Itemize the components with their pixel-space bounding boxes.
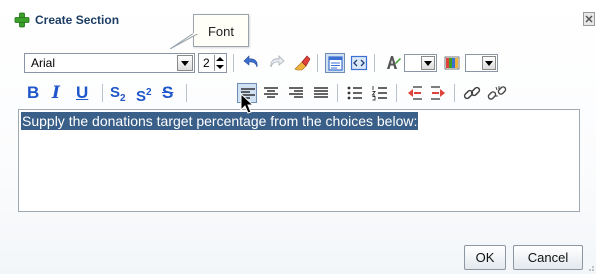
bold-button[interactable]: B (27, 81, 39, 105)
font-size-value: 2 (203, 56, 210, 70)
spinner-arrows-icon[interactable] (214, 55, 225, 71)
text-color-icon[interactable] (382, 53, 402, 73)
subscript-button[interactable]: S2 (110, 81, 126, 105)
align-right-icon[interactable] (286, 83, 306, 103)
source-mode-icon[interactable] (349, 53, 369, 73)
toolbar-separator (102, 84, 103, 102)
font-family-value: Arial (31, 56, 56, 70)
mouse-cursor-icon (240, 93, 255, 114)
align-center-icon[interactable] (261, 83, 281, 103)
dialog-title: Create Section (35, 13, 120, 27)
toolbar-separator (396, 84, 397, 102)
dialog-title-bar: Create Section (0, 0, 596, 38)
toolbar-separator (317, 54, 318, 72)
clear-formatting-icon[interactable] (292, 53, 312, 73)
chevron-down-icon[interactable] (421, 56, 435, 70)
resize-grip-icon[interactable] (585, 262, 595, 272)
tooltip-pointer (170, 33, 200, 49)
create-section-dialog: Create Section Font Arial 2 B I U S2 S2 … (0, 0, 596, 274)
wysiwyg-mode-icon[interactable] (325, 53, 345, 73)
editor-toolbar-formatting: B I U S2 S2 S (18, 79, 578, 107)
justify-icon[interactable] (311, 83, 331, 103)
cancel-button[interactable]: Cancel (513, 245, 583, 270)
underline-button[interactable]: U (76, 81, 88, 105)
superscript-letter: S (136, 88, 147, 105)
text-color-dropdown[interactable] (404, 54, 437, 72)
toolbar-separator (186, 84, 187, 102)
font-family-select[interactable]: Arial (24, 53, 195, 73)
ok-button[interactable]: OK (464, 245, 506, 270)
rich-text-editor[interactable]: Supply the donations target percentage f… (18, 109, 580, 212)
superscript-mark: 2 (146, 87, 152, 98)
undo-icon[interactable] (242, 53, 262, 73)
close-icon[interactable] (583, 12, 595, 26)
subscript-mark: 2 (120, 93, 126, 104)
superscript-button[interactable]: S2 (136, 81, 152, 105)
numbered-list-icon[interactable] (370, 83, 390, 103)
unlink-icon[interactable] (487, 83, 507, 103)
chevron-down-icon[interactable] (482, 56, 496, 70)
editor-selected-text[interactable]: Supply the donations target percentage f… (21, 112, 419, 130)
green-plus-icon (14, 12, 30, 28)
outdent-icon[interactable] (404, 83, 424, 103)
background-color-dropdown[interactable] (465, 54, 498, 72)
subscript-letter: S (110, 84, 121, 101)
toolbar-separator (374, 54, 375, 72)
indent-icon[interactable] (429, 83, 449, 103)
toolbar-separator (233, 54, 234, 72)
bullet-list-icon[interactable] (345, 83, 365, 103)
redo-icon[interactable] (266, 53, 286, 73)
italic-button[interactable]: I (52, 81, 60, 105)
font-tooltip: Font (193, 14, 249, 47)
editor-toolbar-top: Arial 2 (18, 51, 578, 75)
toolbar-separator (454, 84, 455, 102)
background-color-icon[interactable] (442, 53, 462, 73)
chevron-down-icon[interactable] (177, 55, 193, 71)
toolbar-separator (337, 84, 338, 102)
link-icon[interactable] (462, 83, 482, 103)
strikethrough-button[interactable]: S (162, 81, 173, 105)
font-size-spinner[interactable]: 2 (198, 53, 227, 73)
